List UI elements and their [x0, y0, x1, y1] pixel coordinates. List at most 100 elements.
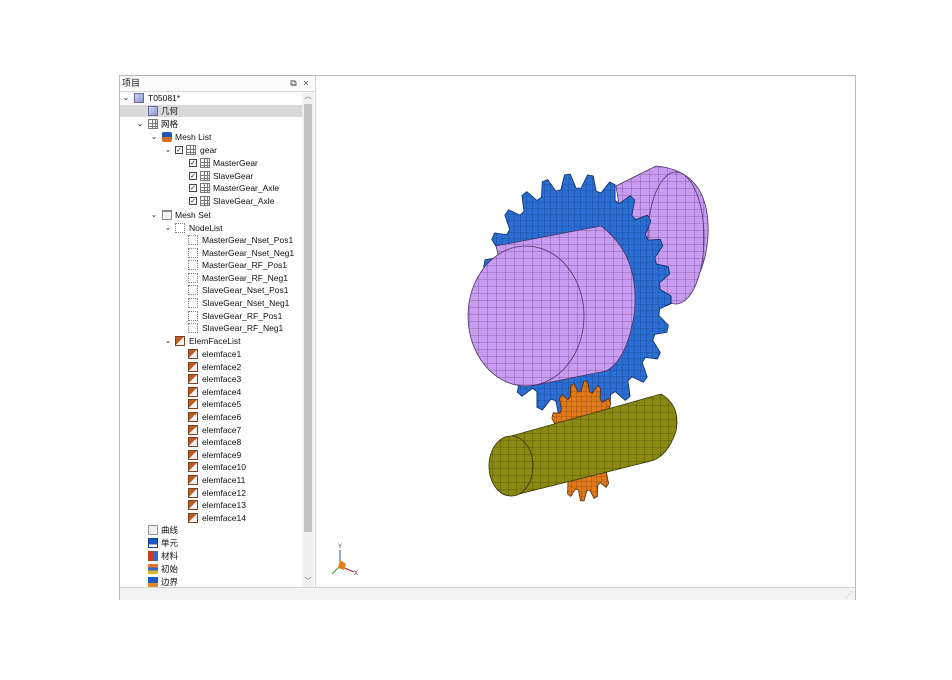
tree-item[interactable]: SlaveGear_RF_Pos1 [120, 310, 302, 322]
chevron-down-icon[interactable]: ⌄ [164, 144, 172, 156]
tree-item-project[interactable]: ⌄ T05081* [120, 92, 302, 104]
tree-label: elemface6 [202, 412, 242, 422]
scroll-down-icon[interactable]: ﹀ [302, 577, 314, 587]
tree-item[interactable]: elemface1 [120, 348, 302, 360]
chevron-down-icon[interactable]: ⌄ [136, 118, 144, 130]
elem-face-icon [188, 374, 198, 385]
resize-grip-icon[interactable]: ⋰ [845, 590, 853, 599]
tree-item[interactable]: elemface13 [120, 499, 302, 511]
geometry-icon [148, 106, 158, 116]
tree-item-units[interactable]: 单元 [120, 537, 302, 549]
tree-label: elemface10 [202, 462, 246, 473]
node-set-icon [188, 235, 198, 245]
tree-label: 材料 [161, 551, 179, 561]
tree-item[interactable]: elemface2 [120, 361, 302, 373]
elem-face-icon [188, 487, 198, 498]
tree-item[interactable]: elemface4 [120, 386, 302, 398]
tree-item[interactable]: SlaveGear_Nset_Pos1 [120, 284, 302, 296]
chevron-down-icon[interactable]: ⌄ [164, 335, 172, 347]
node-set-icon [188, 310, 198, 321]
tree-item[interactable]: MasterGear_RF_Neg1 [120, 272, 302, 284]
tree-item[interactable]: SlaveGear_Nset_Neg1 [120, 297, 302, 309]
tree-item-initial[interactable]: 初始 [120, 563, 302, 575]
tree-item[interactable]: ✓ MasterGear_Axle [120, 182, 302, 194]
elem-face-icon [188, 361, 198, 372]
tree-item[interactable]: SlaveGear_RF_Neg1 [120, 322, 302, 334]
tree-item-node-list[interactable]: ⌄ NodeList [120, 222, 302, 234]
tree-label: MasterGear_Nset_Pos1 [202, 235, 294, 245]
tree-item[interactable]: MasterGear_Nset_Neg1 [120, 247, 302, 259]
tree-item[interactable]: MasterGear_RF_Pos1 [120, 259, 302, 271]
tree-label: SlaveGear_Axle [213, 195, 275, 206]
elem-face-icon [188, 386, 198, 397]
application-window: 项目 ⧉ × ⌄ T05081* 几何 ⌄ 网格 ⌄ Mesh List ⌄ ✓… [119, 75, 856, 600]
tree-item-materials[interactable]: 材料 [120, 550, 302, 562]
tree-label: T05081* [148, 93, 181, 103]
3d-viewport[interactable]: Y X [316, 76, 855, 587]
master-axle-front[interactable] [467, 225, 636, 387]
tree-item[interactable]: elemface12 [120, 487, 302, 499]
tree-item-gear[interactable]: ⌄ ✓ gear [120, 144, 302, 156]
tree-item-mesh[interactable]: ⌄ 网格 [120, 118, 302, 130]
tree-item[interactable]: ✓ SlaveGear [120, 170, 302, 182]
scrollbar-thumb[interactable] [304, 104, 312, 532]
elem-face-icon [188, 437, 198, 448]
tree-item-geometry[interactable]: 几何 [120, 105, 302, 117]
visibility-checkbox[interactable]: ✓ [189, 184, 197, 193]
tree-item[interactable]: elemface14 [120, 512, 302, 524]
tree-item-curves[interactable]: 曲线 [120, 524, 302, 536]
tree-item[interactable]: elemface3 [120, 373, 302, 385]
tree-item[interactable]: ✓ MasterGear [120, 157, 302, 169]
gear-mesh-icon [186, 145, 196, 155]
folder-icon [162, 210, 172, 220]
elem-face-icon [188, 449, 198, 460]
visibility-checkbox[interactable]: ✓ [189, 196, 197, 205]
node-list-icon [175, 223, 185, 233]
curve-icon [148, 525, 158, 535]
tree-label: MasterGear_RF_Pos1 [202, 260, 288, 271]
mesh-list-icon [162, 132, 172, 142]
chevron-down-icon[interactable]: ⌄ [150, 131, 158, 143]
tree-label: NodeList [189, 223, 223, 233]
node-set-icon [188, 272, 198, 283]
elem-face-list-icon [175, 336, 185, 346]
gear-model-render: Y X [331, 165, 709, 577]
initial-condition-icon [148, 564, 158, 574]
tree-item-boundary[interactable]: 边界 [120, 576, 302, 587]
tree-item[interactable]: elemface9 [120, 449, 302, 461]
tree-item[interactable]: MasterGear_Nset_Pos1 [120, 234, 302, 246]
tree-label: elemface14 [202, 512, 246, 523]
chevron-down-icon[interactable]: ⌄ [150, 209, 158, 221]
tree-label: SlaveGear_RF_Neg1 [202, 323, 284, 334]
tree-item[interactable]: elemface7 [120, 424, 302, 436]
close-icon[interactable]: × [301, 76, 311, 91]
tree-label: 边界 [161, 577, 179, 587]
tree-item-elem-face-list[interactable]: ⌄ ElemFaceList [120, 335, 302, 347]
chevron-down-icon[interactable]: ⌄ [164, 222, 172, 234]
visibility-checkbox[interactable]: ✓ [189, 171, 197, 180]
tree-label: elemface2 [202, 361, 242, 372]
tree-label: elemface8 [202, 437, 242, 448]
axis-y-label: Y [338, 544, 342, 550]
tree-label: 单元 [161, 538, 179, 548]
tree-item[interactable]: elemface6 [120, 411, 302, 423]
scroll-up-icon[interactable]: ︿ [302, 92, 314, 102]
tree-item[interactable]: elemface10 [120, 461, 302, 473]
tree-item[interactable]: ✓ SlaveGear_Axle [120, 195, 302, 207]
tree-item[interactable]: elemface11 [120, 474, 302, 486]
tree-item-mesh-set[interactable]: ⌄ Mesh Set [120, 209, 302, 221]
chevron-down-icon[interactable]: ⌄ [122, 92, 130, 104]
tree-item-mesh-list[interactable]: ⌄ Mesh List [120, 131, 302, 143]
tree-label: elemface12 [202, 487, 246, 498]
tree-scrollbar[interactable]: ︿ ﹀ [302, 92, 314, 587]
pin-icon[interactable]: ⧉ [288, 76, 298, 91]
gear-checkbox[interactable]: ✓ [175, 146, 183, 154]
tree-label: elemface5 [202, 399, 242, 410]
panel-title: 项目 [122, 78, 141, 88]
tree-item[interactable]: elemface5 [120, 398, 302, 410]
tree-label: elemface13 [202, 500, 246, 511]
tree-item[interactable]: elemface8 [120, 436, 302, 448]
tree-label: elemface1 [202, 349, 242, 359]
tree-label: MasterGear_RF_Neg1 [202, 272, 288, 283]
visibility-checkbox[interactable]: ✓ [189, 159, 197, 167]
